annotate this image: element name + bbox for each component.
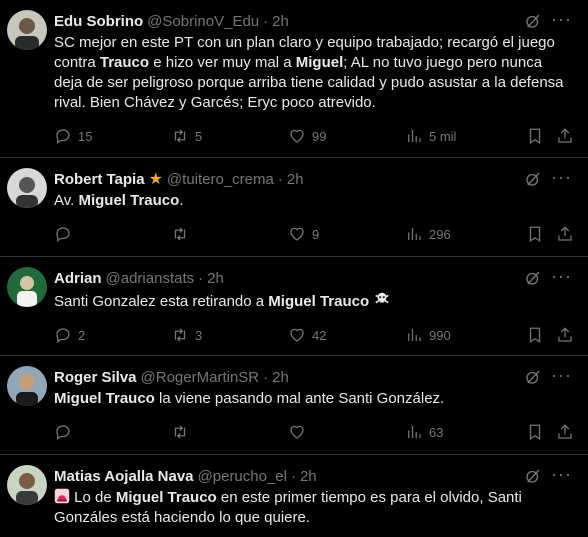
grok-icon[interactable] — [524, 368, 542, 386]
grok-icon[interactable] — [524, 269, 542, 287]
timestamp[interactable]: 2h — [272, 13, 289, 30]
like-button[interactable] — [288, 423, 405, 441]
more-icon[interactable]: ··· — [551, 464, 572, 485]
author-name[interactable]: Edu Sobrino — [54, 13, 143, 30]
more-icon[interactable]: ··· — [551, 365, 572, 386]
grok-icon[interactable] — [524, 467, 542, 485]
avatar[interactable] — [7, 267, 47, 307]
grok-icon[interactable] — [524, 170, 542, 188]
tweet-text: Miguel Trauco la viene pasando mal ante … — [54, 390, 445, 407]
like-icon — [290, 129, 304, 143]
author-handle[interactable]: @SobrinoV_Edu — [147, 13, 259, 30]
like-icon — [290, 328, 304, 342]
bookmark-icon[interactable] — [526, 127, 544, 145]
retweet-icon — [174, 328, 186, 342]
like-button[interactable]: 9 — [288, 225, 405, 243]
separator-dot: · — [198, 269, 204, 287]
reply-button[interactable] — [54, 423, 171, 441]
views-icon — [408, 426, 421, 438]
views-button[interactable]: 296 — [405, 225, 515, 243]
more-icon[interactable]: ··· — [551, 167, 572, 188]
retweet-button[interactable] — [171, 423, 288, 441]
more-icon[interactable]: ··· — [551, 9, 572, 30]
views-icon — [408, 329, 421, 341]
like-icon — [290, 425, 304, 439]
author-handle[interactable]: @RogerMartinSR — [141, 369, 260, 386]
retweet-button[interactable]: 3 — [171, 326, 288, 344]
siren-icon — [54, 488, 70, 504]
separator-dot: · — [277, 170, 283, 188]
views-icon — [408, 130, 421, 142]
tweet[interactable]: Adrian @adrianstats · 2h ··· Santi Gonza… — [0, 257, 588, 356]
reply-icon — [56, 129, 70, 145]
separator-dot: · — [263, 12, 269, 30]
tweet[interactable]: Roger Silva @RogerMartinSR · 2h ··· Migu… — [0, 356, 588, 455]
timestamp[interactable]: 2h — [287, 171, 304, 188]
views-button[interactable]: 63 — [405, 423, 515, 441]
retweet-icon — [174, 425, 186, 439]
retweet-icon — [174, 129, 186, 143]
avatar[interactable] — [7, 10, 47, 50]
skull-crossbones-icon — [375, 292, 390, 304]
share-icon[interactable] — [556, 326, 574, 344]
like-button[interactable]: 99 — [288, 127, 405, 145]
reply-icon — [56, 425, 70, 441]
share-icon[interactable] — [556, 127, 574, 145]
reply-icon — [56, 328, 70, 344]
timestamp[interactable]: 2h — [272, 369, 289, 386]
share-icon[interactable] — [556, 225, 574, 243]
avatar[interactable] — [7, 366, 47, 406]
bookmark-icon[interactable] — [526, 326, 544, 344]
grok-icon[interactable] — [524, 12, 542, 30]
bookmark-icon[interactable] — [526, 423, 544, 441]
avatar[interactable] — [7, 465, 47, 505]
timestamp[interactable]: 2h — [207, 270, 224, 287]
timestamp[interactable]: 2h — [300, 468, 317, 485]
views-button[interactable]: 990 — [405, 326, 515, 344]
more-icon[interactable]: ··· — [551, 266, 572, 287]
tweet-text: SC mejor en este PT con un plan claro y … — [54, 34, 564, 111]
author-handle[interactable]: @perucho_el — [198, 468, 287, 485]
author-handle[interactable]: @tuitero_crema — [167, 171, 274, 188]
bookmark-icon[interactable] — [526, 225, 544, 243]
separator-dot: · — [263, 368, 269, 386]
separator-dot: · — [290, 467, 296, 485]
retweet-button[interactable] — [171, 225, 288, 243]
views-icon — [408, 228, 421, 240]
reply-icon — [56, 227, 70, 243]
reply-button[interactable] — [54, 225, 171, 243]
retweet-button[interactable]: 5 — [171, 127, 288, 145]
tweet-text: Santi Gonzalez esta retirando a Miguel T… — [54, 290, 574, 312]
retweet-icon — [174, 227, 186, 241]
like-button[interactable]: 42 — [288, 326, 405, 344]
share-icon[interactable] — [556, 423, 574, 441]
tweet[interactable]: Robert Tapia ★ @tuitero_crema · 2h ··· A… — [0, 158, 588, 257]
like-icon — [290, 227, 304, 241]
author-name[interactable]: Roger Silva — [54, 369, 137, 386]
avatar[interactable] — [7, 168, 47, 208]
views-button[interactable]: 5 mil — [405, 127, 515, 145]
tweet-text: Av. Miguel Trauco. — [54, 192, 184, 209]
tweet-text: Lo de Miguel Trauco en este primer tiemp… — [54, 488, 522, 526]
reply-button[interactable]: 2 — [54, 326, 171, 344]
tweet[interactable]: Edu Sobrino @SobrinoV_Edu · 2h ··· SC me… — [0, 0, 588, 158]
author-name[interactable]: Adrian — [54, 270, 102, 287]
star-icon: ★ — [148, 171, 163, 188]
author-handle[interactable]: @adrianstats — [106, 270, 195, 287]
author-name[interactable]: Robert Tapia — [54, 171, 145, 188]
reply-button[interactable]: 15 — [54, 127, 171, 145]
tweet[interactable]: Matias Aojalla Nava @perucho_el · 2h ···… — [0, 455, 588, 537]
author-name[interactable]: Matias Aojalla Nava — [54, 468, 194, 485]
